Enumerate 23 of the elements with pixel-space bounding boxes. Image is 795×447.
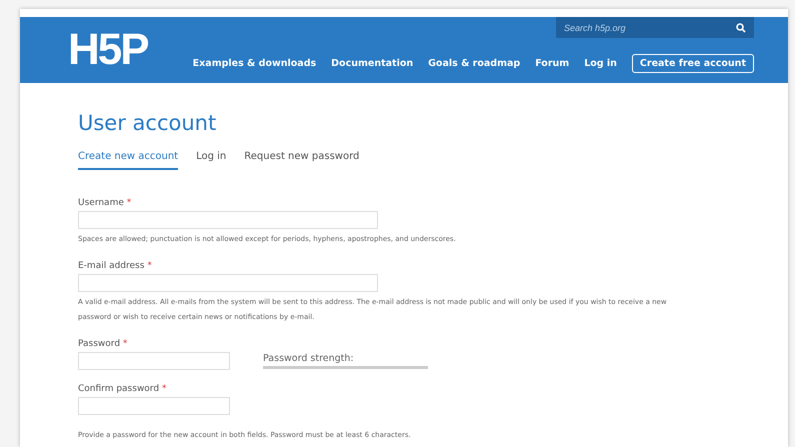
create-account-button[interactable]: Create free account [632,54,754,73]
field-label: Password * [78,339,128,349]
search-input[interactable]: Search h5p.org [564,22,714,32]
search-icon[interactable] [736,22,746,32]
input-field[interactable] [78,211,378,229]
tab[interactable]: Request new password [244,151,360,170]
logo[interactable]: H5P [68,28,148,72]
input-field[interactable] [78,274,378,292]
nav-link[interactable]: Goals & roadmap [428,58,520,69]
tab[interactable]: Create new account [78,151,178,170]
page-title: User account [78,111,218,135]
input-field[interactable] [78,397,230,415]
field-label: E-mail address * [78,261,153,271]
strength-label: Password strength: [263,353,355,364]
search-field[interactable]: Search h5p.org [556,17,754,38]
tab[interactable]: Log in [196,151,226,170]
nav-link[interactable]: Forum [535,58,570,69]
input-field[interactable] [78,352,230,370]
field-label: Username * [78,198,132,208]
nav-link[interactable]: Documentation [331,58,414,69]
nav-link[interactable]: Examples & downloads [192,58,316,69]
nav-link[interactable]: Log in [584,58,617,69]
field-label: Confirm password * [78,384,168,394]
